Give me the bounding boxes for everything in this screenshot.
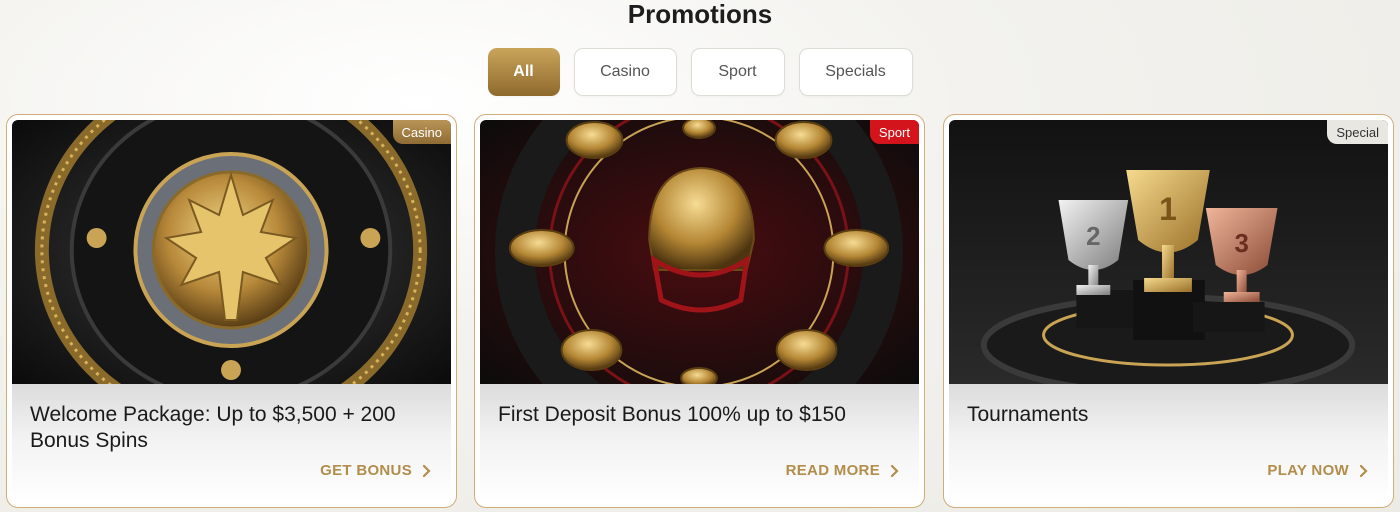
read-more-link[interactable]: READ MORE <box>786 462 899 479</box>
promo-card-first-deposit[interactable]: Sport First Deposit Bonus 100% up to $15… <box>474 114 925 508</box>
category-badge: Special <box>1327 120 1388 144</box>
svg-text:2: 2 <box>1086 223 1100 251</box>
get-bonus-link[interactable]: GET BONUS <box>320 462 431 479</box>
category-badge: Sport <box>869 120 919 144</box>
promo-card-welcome[interactable]: Casino Welcome Package: Up to $3,500 + 2… <box>6 114 457 508</box>
gold-maple-leaf-coin-image[interactable] <box>12 120 451 384</box>
filter-sport-button[interactable]: Sport <box>690 48 785 96</box>
svg-text:3: 3 <box>1234 230 1248 258</box>
filter-all-button[interactable]: All <box>487 48 560 96</box>
card-title: Welcome Package: Up to $3,500 + 200 Bonu… <box>30 403 396 452</box>
trophy-cups-image[interactable]: 2 1 3 <box>949 120 1388 384</box>
page-title: Promotions <box>627 0 773 29</box>
cta-label: GET BONUS <box>320 462 412 479</box>
card-title: First Deposit Bonus 100% up to $150 <box>498 403 846 426</box>
card-content: Tournaments PLAY NOW <box>949 384 1388 502</box>
chevron-right-icon <box>422 464 431 477</box>
cta-label: PLAY NOW <box>1267 462 1349 479</box>
card-title: Tournaments <box>967 403 1089 426</box>
card-content: First Deposit Bonus 100% up to $150 READ… <box>480 384 919 502</box>
promo-card-tournaments[interactable]: 2 1 3 Special Tournaments PLAY NOW <box>943 114 1394 508</box>
category-badge: Casino <box>392 120 451 144</box>
chevron-right-icon <box>890 464 899 477</box>
svg-text:1: 1 <box>1159 191 1177 227</box>
filter-casino-button[interactable]: Casino <box>573 48 677 96</box>
chevron-right-icon <box>1359 464 1368 477</box>
cta-label: READ MORE <box>785 462 880 479</box>
promo-filter-tabs: All Casino Sport Specials <box>0 48 1400 96</box>
gold-football-helmet-image[interactable] <box>480 120 919 384</box>
card-content: Welcome Package: Up to $3,500 + 200 Bonu… <box>12 384 451 502</box>
filter-specials-button[interactable]: Specials <box>798 48 913 96</box>
play-now-link[interactable]: PLAY NOW <box>1267 462 1368 479</box>
